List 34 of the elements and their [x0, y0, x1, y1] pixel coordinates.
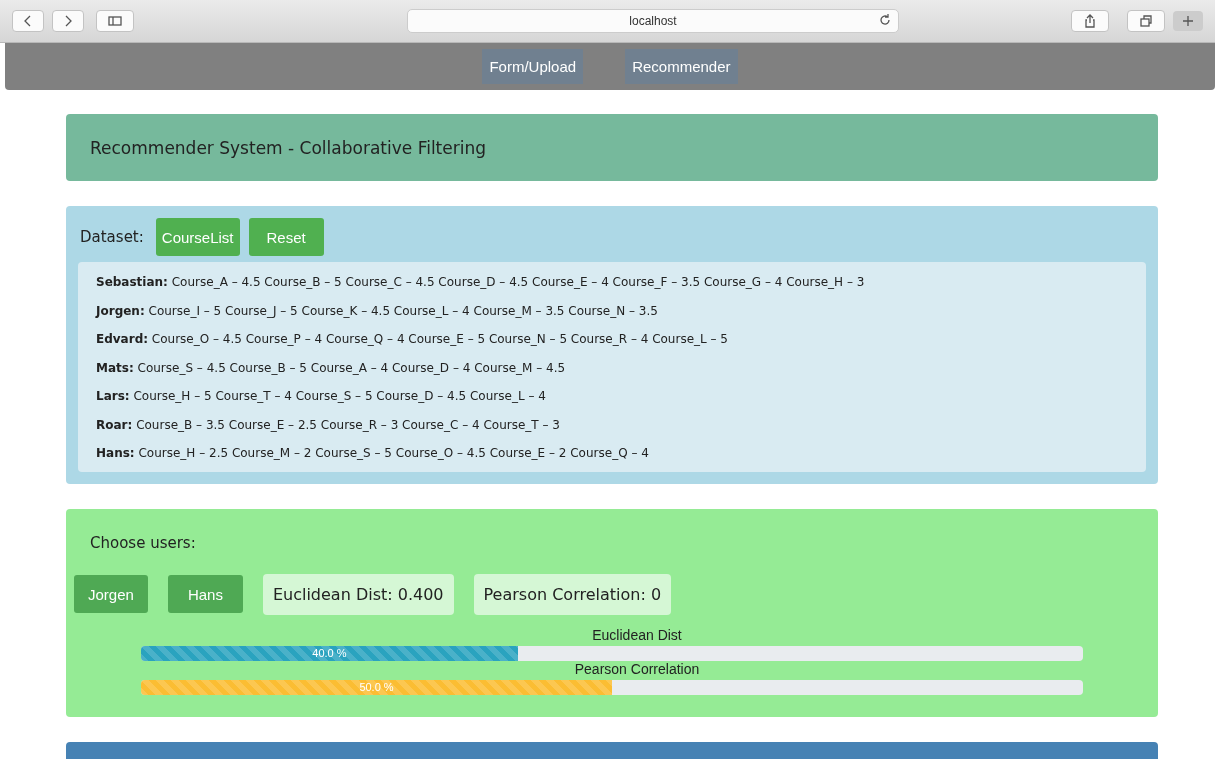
result-value: Pearson Correlation: 0: [473, 573, 672, 615]
dataset-button[interactable]: Reset: [248, 218, 324, 256]
plus-icon: [1181, 14, 1195, 28]
user-ratings: Roar: Course_B – 3.5 Course_E – 2.5 Course_R – 3 Course_C – 4 Course_T – 3: [96, 416, 561, 434]
user-ratings: Jorgen: Course_I – 5 Course_J – 5 Course_K – 4.5 Course_L – 4 Course_M – 3.5 Course_N – 3.5: [96, 302, 659, 320]
tabs-icon: [1139, 14, 1153, 28]
user-ratings: Mats: Course_S – 4.5 Course_B – 5 Course_A – 4 Course_D – 4 Course_M – 4.5: [96, 359, 567, 377]
back-button[interactable]: [12, 10, 44, 32]
bar-title: Euclidean Dist: [591, 626, 683, 643]
sidebar-icon: [108, 14, 122, 28]
dataset-button[interactable]: CourseList: [155, 218, 240, 256]
result-value: Euclidean Dist: 0.400: [262, 573, 454, 615]
user-button[interactable]: Hans: [167, 575, 243, 613]
user-ratings: Sebastian: Course_A – 4.5 Course_B – 5 Course_C – 4.5 Course_D – 4.5 Course_E – 4 Course_F – 3.5 Course_G – 4 Course_H – 3: [96, 274, 866, 291]
share-button[interactable]: [1071, 10, 1109, 32]
dataset-label: Dataset:: [80, 228, 144, 246]
sidebar-button[interactable]: [96, 10, 134, 32]
address-field[interactable]: localhost: [407, 9, 899, 33]
tabs-button[interactable]: [1127, 10, 1165, 32]
page-title: Recommender System - Collaborative Filtering: [90, 138, 488, 158]
user-button[interactable]: Jorgen: [74, 575, 148, 613]
user-ratings: Hans: Course_H – 2.5 Course_M – 2 Course_S – 5 Course_O – 4.5 Course_E – 2 Course_Q – 4: [96, 445, 650, 462]
choose-users-label: Choose users:: [89, 533, 196, 552]
new-tab-button[interactable]: [1173, 11, 1203, 31]
nav-link[interactable]: Recommender: [625, 49, 738, 84]
bar-title: Pearson Correlation: [573, 660, 701, 677]
progress-fill: 50.0 %: [141, 679, 612, 695]
share-icon: [1083, 14, 1097, 28]
user-ratings: Lars: Course_H – 5 Course_T – 4 Course_S – 5 Course_D – 4.5 Course_L – 4: [96, 388, 547, 405]
reload-icon: [878, 13, 892, 27]
progress-fill: 40.0 %: [141, 645, 518, 661]
user-ratings: Edvard: Course_O – 4.5 Course_P – 4 Course_Q – 4 Course_E – 5 Course_N – 5 Course_R – 4 Course_L – 5: [96, 331, 729, 348]
nav-link[interactable]: Form/Upload: [482, 49, 584, 84]
forward-button[interactable]: [52, 10, 84, 32]
